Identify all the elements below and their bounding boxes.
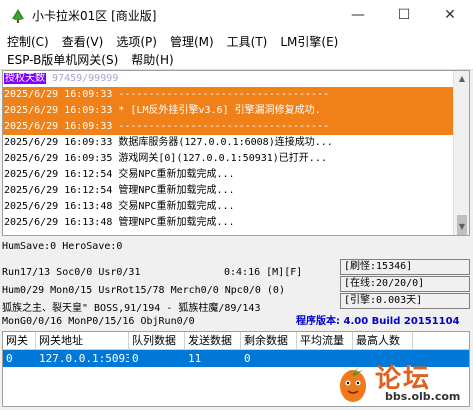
boss-status: 狐族之主、裂天皇" BOSS,91/194 - 狐族柱魔/89/143 bbox=[2, 303, 261, 314]
carrot-mascot-icon bbox=[340, 366, 366, 402]
col-remaining-data[interactable]: 剩余数据 bbox=[241, 332, 297, 349]
online-counter: [在线:20/20/0] bbox=[340, 276, 470, 292]
status-panel: HumSave:0 HeroSave:0 Run17/13 Soc0/0 Usr… bbox=[2, 240, 470, 330]
log-line: 2025/6/29 16:12:54 管理NPC重新加载完成... bbox=[4, 185, 235, 196]
humans-status: Hum0/29 Mon0/15 UsrRot15/78 Merch0/0 Npc… bbox=[2, 285, 285, 296]
cell-address: 127.0.0.1:50931 bbox=[39, 352, 129, 365]
log-vertical-scrollbar[interactable]: ▲ ▼ bbox=[453, 71, 469, 235]
cell-sent: 11 bbox=[188, 352, 202, 365]
log-line: 2025/6/29 16:09:35 游戏网关[0](127.0.0.1:509… bbox=[4, 153, 327, 164]
col-avg-traffic[interactable]: 平均流量 bbox=[297, 332, 353, 349]
watermark-url: bbs.olb.com bbox=[385, 390, 461, 403]
scroll-up-arrow-icon[interactable]: ▲ bbox=[454, 71, 469, 87]
window-title: 小卡拉米01区 [商业版] bbox=[32, 9, 157, 23]
maximize-button[interactable]: ☐ bbox=[381, 0, 427, 30]
col-sent-data[interactable]: 发送数据 bbox=[185, 332, 241, 349]
monster-status: MonG0/0/16 MonP0/15/16 ObjRun0/0 bbox=[2, 316, 195, 327]
menu-view[interactable]: 查看(V) bbox=[61, 33, 111, 50]
cell-queue: 0 bbox=[132, 352, 139, 365]
menu-control[interactable]: 控制(C) bbox=[6, 33, 56, 50]
auth-days-line: 授权天数 97459/99999 bbox=[3, 71, 453, 87]
col-max-users[interactable]: 最高人数 bbox=[353, 332, 413, 349]
engine-counter: [引擎:0.003天] bbox=[340, 293, 470, 309]
menu-tools[interactable]: 工具(T) bbox=[226, 33, 275, 50]
cell-remaining: 0 bbox=[244, 352, 251, 365]
menu-bar: 控制(C) 查看(V) 选项(P) 管理(M) 工具(T) LM引擎(E) ES… bbox=[0, 30, 473, 70]
uptime-status: 0:4:16 [M][F] bbox=[224, 267, 303, 278]
menu-row-2: ESP-B版单机网关(S) 帮助(H) bbox=[6, 51, 186, 68]
cell-gateway: 0 bbox=[6, 352, 13, 365]
auth-days-value: 97459/99999 bbox=[52, 73, 119, 84]
menu-help[interactable]: 帮助(H) bbox=[130, 51, 180, 68]
forum-watermark: 论坛 bbs.olb.com bbox=[329, 356, 469, 408]
col-queue-data[interactable]: 队列数据 bbox=[129, 332, 185, 349]
log-line: 2025/6/29 16:13:48 管理NPC重新加载完成... bbox=[4, 217, 235, 228]
log-line: 2025/6/29 16:09:33 数据库服务器(127.0.0.1:6008… bbox=[4, 137, 333, 148]
col-gateway[interactable]: 网关 bbox=[3, 332, 36, 349]
close-button[interactable]: ✕ bbox=[427, 0, 473, 30]
refresh-counter: [刷怪:15346] bbox=[340, 259, 470, 275]
log-line: 2025/6/29 16:09:33 ---------------------… bbox=[3, 87, 453, 103]
save-status: HumSave:0 HeroSave:0 bbox=[2, 241, 123, 252]
menu-options[interactable]: 选项(P) bbox=[115, 33, 164, 50]
program-version: 程序版本: 4.00 Build 20151104 bbox=[296, 316, 460, 327]
table-header: 网关 网关地址 队列数据 发送数据 剩余数据 平均流量 最高人数 bbox=[3, 332, 469, 350]
title-bar: 小卡拉米01区 [商业版] — ☐ ✕ bbox=[0, 0, 473, 30]
menu-lm-engine[interactable]: LM引擎(E) bbox=[279, 33, 345, 50]
minimize-button[interactable]: — bbox=[335, 0, 381, 30]
menu-manage[interactable]: 管理(M) bbox=[169, 33, 221, 50]
auth-days-label: 授权天数 bbox=[4, 73, 46, 84]
log-line: 2025/6/29 16:09:33 * [LM反外挂引擎v3.6] 引擎漏洞修… bbox=[3, 103, 453, 119]
log-line: 2025/6/29 16:12:54 交易NPC重新加载完成... bbox=[4, 169, 235, 180]
run-status: Run17/13 Soc0/0 Usr0/31 bbox=[2, 267, 141, 278]
menu-row-1: 控制(C) 查看(V) 选项(P) 管理(M) 工具(T) LM引擎(E) bbox=[6, 33, 350, 50]
scroll-down-arrow-icon[interactable]: ▼ bbox=[454, 219, 469, 235]
menu-esp-gateway[interactable]: ESP-B版单机网关(S) bbox=[6, 51, 125, 68]
log-line: 2025/6/29 16:13:48 交易NPC重新加载完成... bbox=[4, 201, 235, 212]
tree-app-icon bbox=[12, 9, 24, 23]
col-gateway-address[interactable]: 网关地址 bbox=[36, 332, 129, 349]
log-line: 2025/6/29 16:09:33 ---------------------… bbox=[3, 119, 453, 135]
log-panel[interactable]: 授权天数 97459/99999 2025/6/29 16:09:33 ----… bbox=[2, 70, 470, 236]
